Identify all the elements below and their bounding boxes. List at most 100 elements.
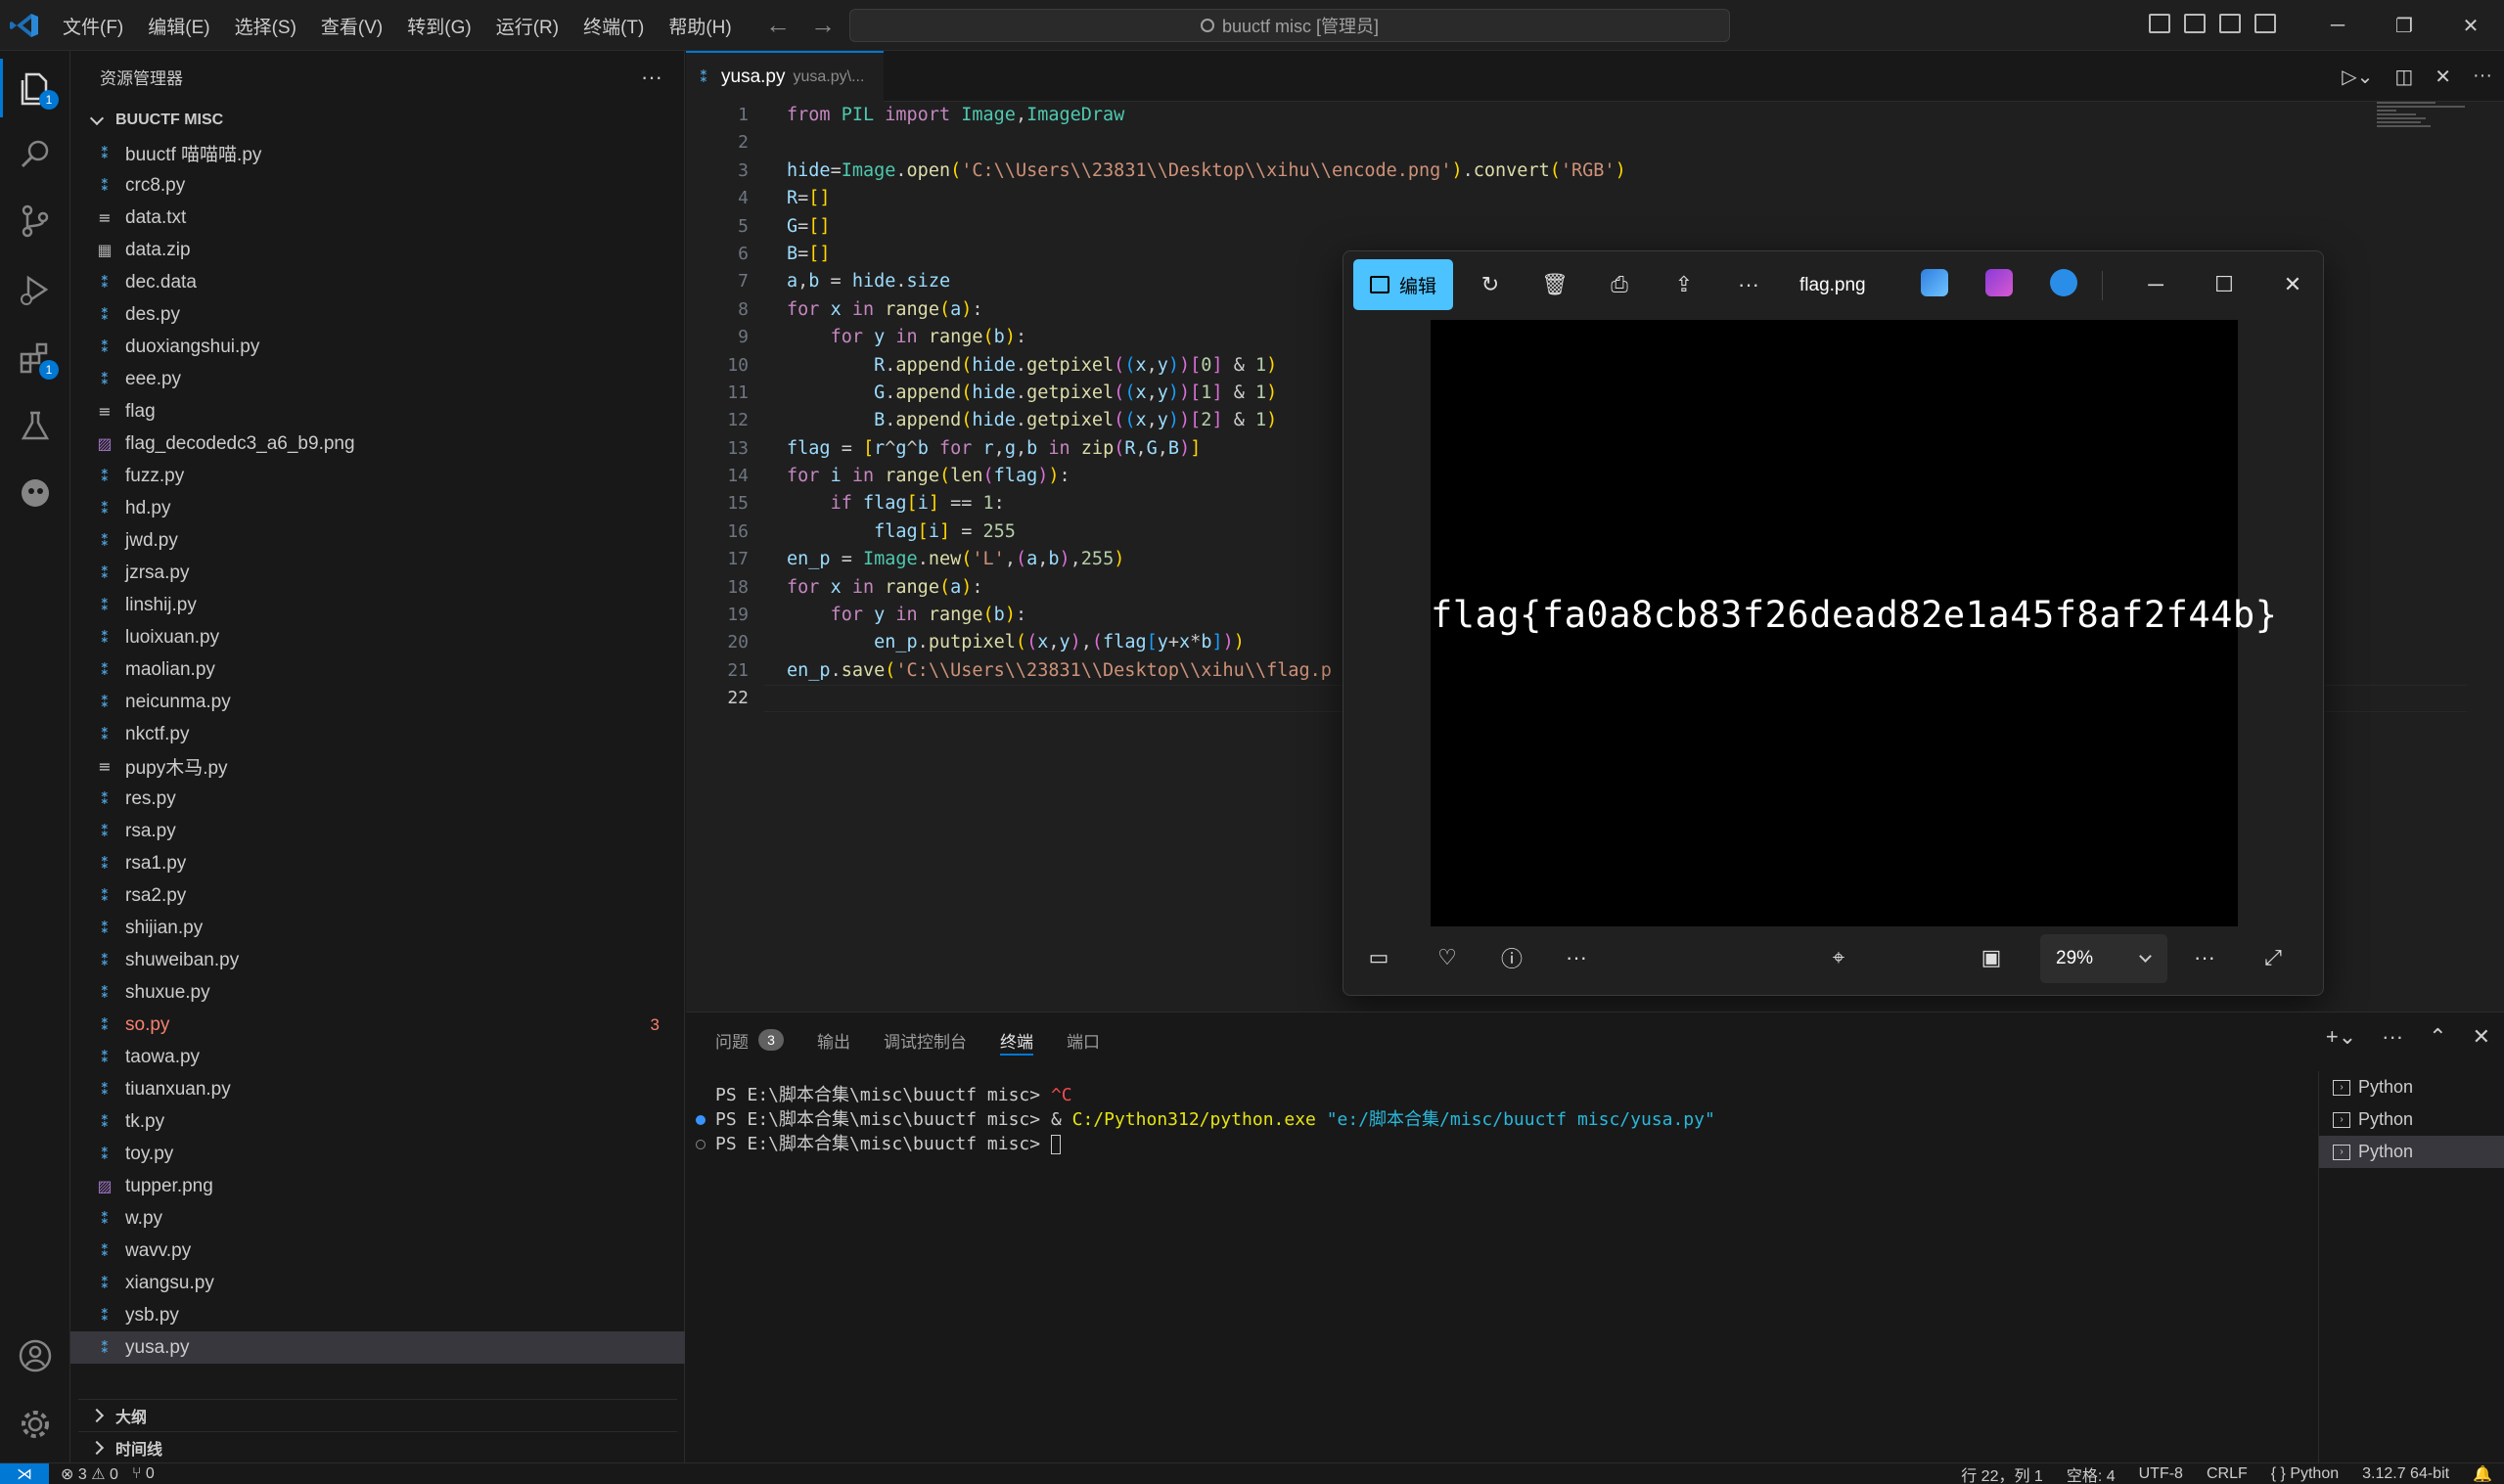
- remote-explorer-icon[interactable]: [14, 472, 57, 515]
- python-interpreter[interactable]: 3.12.7 64-bit: [2362, 1465, 2449, 1483]
- restore-button[interactable]: ❐: [2371, 0, 2437, 51]
- menu-help[interactable]: 帮助(H): [668, 13, 731, 39]
- testing-flask-icon[interactable]: [14, 405, 57, 448]
- timeline-section[interactable]: 时间线: [78, 1431, 677, 1463]
- file-item[interactable]: ⁑ luoixuan.py: [70, 621, 685, 653]
- menu-selection[interactable]: 选择(S): [235, 13, 296, 39]
- file-item[interactable]: ⁑ maolian.py: [70, 653, 685, 686]
- file-item[interactable]: ⁑ yusa.py: [70, 1331, 685, 1364]
- file-item[interactable]: ⁑ neicunma.py: [70, 686, 685, 718]
- window-minimize-icon[interactable]: ─: [2134, 263, 2177, 306]
- file-item[interactable]: ⁑ duoxiangshui.py: [70, 331, 685, 363]
- indentation[interactable]: 空格: 4: [2067, 1462, 2116, 1484]
- split-editor-icon[interactable]: ◫: [2394, 65, 2413, 89]
- command-success-dot-icon[interactable]: [696, 1115, 706, 1125]
- file-item[interactable]: ⁑ jwd.py: [70, 524, 685, 557]
- run-python-icon[interactable]: ▷⌄: [2342, 65, 2373, 89]
- more-view-icon[interactable]: ···: [2183, 936, 2226, 979]
- menu-terminal[interactable]: 终端(T): [583, 13, 644, 39]
- minimize-button[interactable]: ─: [2304, 0, 2371, 51]
- file-item[interactable]: ⁑ ysb.py: [70, 1299, 685, 1331]
- menu-go[interactable]: 转到(G): [407, 13, 471, 39]
- tab-yusa-py[interactable]: ⁑ yusa.py yusa.py\...: [686, 51, 885, 102]
- close-editor-icon[interactable]: ✕: [2435, 65, 2451, 89]
- toggle-secondary-sidebar-icon[interactable]: [2219, 14, 2241, 33]
- file-item[interactable]: ⁑ hd.py: [70, 492, 685, 524]
- file-item[interactable]: ⁑ eee.py: [70, 363, 685, 395]
- toggle-panel-icon[interactable]: [2184, 14, 2206, 33]
- folder-header[interactable]: BUUCTF MISC: [78, 104, 223, 137]
- explorer-icon[interactable]: 1: [0, 59, 59, 117]
- clipchamp-app-icon[interactable]: [1985, 269, 2013, 296]
- command-pending-dot-icon[interactable]: [696, 1140, 706, 1149]
- file-item[interactable]: ⁑ tk.py: [70, 1105, 685, 1138]
- rotate-icon[interactable]: ↻: [1469, 263, 1512, 306]
- file-item[interactable]: ⁑ jzrsa.py: [70, 557, 685, 589]
- menu-edit[interactable]: 编辑(E): [148, 13, 209, 39]
- command-center-search[interactable]: buuctf misc [管理员]: [849, 9, 1730, 42]
- terminal-instance[interactable]: › Python: [2319, 1071, 2504, 1103]
- file-item[interactable]: ≡ pupy木马.py: [70, 750, 685, 783]
- terminal-instance[interactable]: › Python: [2319, 1136, 2504, 1168]
- account-icon[interactable]: [14, 1334, 57, 1377]
- file-item[interactable]: ⁑ w.py: [70, 1202, 685, 1235]
- actual-size-icon[interactable]: ▣: [1970, 936, 2013, 979]
- editor-more-icon[interactable]: ···: [2473, 65, 2492, 89]
- file-item[interactable]: ⁑ buuctf 喵喵喵.py: [70, 137, 685, 169]
- file-item[interactable]: ⁑ rsa.py: [70, 815, 685, 847]
- tab-output[interactable]: 输出: [817, 1012, 850, 1067]
- more-options-icon[interactable]: ···: [1727, 263, 1770, 306]
- maximize-panel-icon[interactable]: ⌃: [2429, 1024, 2446, 1050]
- forward-arrow-icon[interactable]: →: [810, 12, 836, 37]
- file-item[interactable]: ▨ tupper.png: [70, 1170, 685, 1202]
- terminal-output[interactable]: PS E:\脚本合集\misc\buuctf misc> ^C PS E:\脚本…: [686, 1083, 2299, 1156]
- print-icon[interactable]: ⎙: [1598, 263, 1641, 306]
- menu-file[interactable]: 文件(F): [63, 13, 123, 39]
- share-icon[interactable]: ⇪: [1662, 263, 1706, 306]
- file-item[interactable]: ⁑ res.py: [70, 783, 685, 815]
- paint-app-icon[interactable]: [1921, 269, 1948, 296]
- manage-gear-icon[interactable]: [14, 1403, 57, 1446]
- fullscreen-icon[interactable]: ⤢: [2252, 936, 2295, 979]
- run-debug-icon[interactable]: [14, 268, 57, 311]
- more-actions-icon[interactable]: ···: [641, 65, 662, 90]
- menu-run[interactable]: 运行(R): [496, 13, 559, 39]
- displayed-image[interactable]: flag{fa0a8cb83f26dead82e1a45f8af2f44b}: [1431, 320, 2277, 926]
- tab-problems[interactable]: 问题 3: [715, 1012, 784, 1067]
- source-control-icon[interactable]: [14, 200, 57, 243]
- file-item[interactable]: ⁑ so.py 3: [70, 1009, 685, 1041]
- more-bottom-icon[interactable]: ···: [1555, 936, 1598, 979]
- onedrive-cloud-icon[interactable]: [2050, 269, 2077, 296]
- zoom-dropdown[interactable]: 29%: [2040, 934, 2167, 983]
- window-maximize-icon[interactable]: ☐: [2203, 263, 2246, 306]
- file-item[interactable]: ⁑ taowa.py: [70, 1041, 685, 1073]
- language-mode[interactable]: { } Python: [2271, 1465, 2339, 1483]
- file-item[interactable]: ⁑ nkctf.py: [70, 718, 685, 750]
- info-icon[interactable]: ⓘ: [1490, 936, 1533, 979]
- file-item[interactable]: ▦ data.zip: [70, 234, 685, 266]
- file-item[interactable]: ⁑ rsa1.py: [70, 847, 685, 879]
- notifications-bell-icon[interactable]: 🔔: [2473, 1464, 2492, 1484]
- new-terminal-icon[interactable]: +⌄: [2326, 1024, 2356, 1050]
- line-ending[interactable]: CRLF: [2207, 1465, 2248, 1483]
- file-item[interactable]: ≡ flag: [70, 395, 685, 427]
- back-arrow-icon[interactable]: ←: [765, 12, 791, 37]
- tab-debug-console[interactable]: 调试控制台: [884, 1012, 967, 1067]
- file-item[interactable]: ⁑ toy.py: [70, 1138, 685, 1170]
- filmstrip-icon[interactable]: ▭: [1357, 936, 1400, 979]
- visual-search-icon[interactable]: ⌖: [1817, 936, 1860, 979]
- close-window-button[interactable]: ✕: [2437, 0, 2504, 51]
- favorite-heart-icon[interactable]: ♡: [1426, 936, 1469, 979]
- encoding[interactable]: UTF-8: [2139, 1465, 2183, 1483]
- tab-ports[interactable]: 端口: [1067, 1012, 1100, 1067]
- file-item[interactable]: ⁑ des.py: [70, 298, 685, 331]
- close-panel-icon[interactable]: ✕: [2473, 1024, 2490, 1050]
- window-close-icon[interactable]: ✕: [2271, 263, 2314, 306]
- file-item[interactable]: ⁑ crc8.py: [70, 169, 685, 202]
- terminal-instance[interactable]: › Python: [2319, 1103, 2504, 1136]
- file-item[interactable]: ⁑ shuxue.py: [70, 976, 685, 1009]
- file-item[interactable]: ⁑ dec.data: [70, 266, 685, 298]
- customize-layout-icon[interactable]: [2254, 14, 2276, 33]
- file-item[interactable]: ⁑ linshij.py: [70, 589, 685, 621]
- file-item[interactable]: ⁑ shuweiban.py: [70, 944, 685, 976]
